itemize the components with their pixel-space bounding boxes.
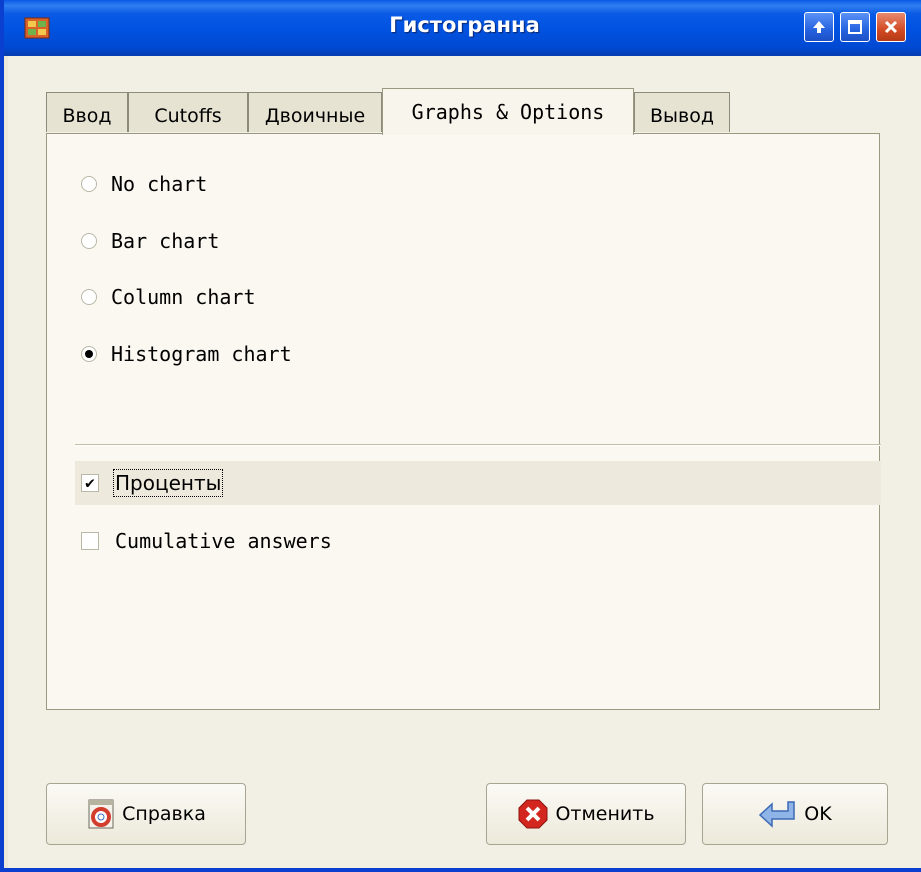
radio-column-chart[interactable]: Column chart <box>81 277 256 317</box>
tab-binary[interactable]: Двоичные <box>248 92 382 132</box>
cancel-button-label: Отменить <box>555 803 655 825</box>
ok-button[interactable]: OK <box>702 783 888 845</box>
tab-cutoffs[interactable]: Cutoffs <box>128 92 248 132</box>
title-bar[interactable]: Гистогранна <box>4 0 921 56</box>
tab-label: Ввод <box>62 104 112 127</box>
cancel-button[interactable]: Отменить <box>486 783 686 845</box>
radio-label: Column chart <box>111 285 256 309</box>
radio-indicator[interactable] <box>81 233 97 249</box>
help-icon <box>86 798 116 830</box>
tab-label: Двоичные <box>264 104 366 127</box>
close-button[interactable] <box>876 12 906 42</box>
radio-indicator[interactable] <box>81 346 97 362</box>
tab-graphs-options[interactable]: Graphs & Options <box>382 88 634 135</box>
separator <box>75 444 881 446</box>
minimize-button[interactable] <box>804 12 834 42</box>
help-button[interactable]: Справка <box>46 783 246 845</box>
tab-label: Graphs & Options <box>411 100 605 124</box>
checkbox-cumulative[interactable]: Cumulative answers <box>81 521 332 561</box>
tab-label: Вывод <box>650 104 714 127</box>
checkmark-icon: ✔ <box>85 473 95 492</box>
arrow-up-icon <box>813 21 825 33</box>
window-title: Гистогранна <box>389 13 540 37</box>
dialog-window: Гистогранна Ввод Cutoffs Двоичные Graphs… <box>0 0 921 872</box>
radio-no-chart[interactable]: No chart <box>81 164 207 204</box>
radio-indicator[interactable] <box>81 289 97 305</box>
dialog-body: Ввод Cutoffs Двоичные Graphs & Options В… <box>8 56 921 868</box>
radio-bar-chart[interactable]: Bar chart <box>81 221 219 261</box>
close-icon <box>884 20 898 34</box>
checkbox-label: Cumulative answers <box>115 529 332 553</box>
tab-output[interactable]: Вывод <box>634 92 730 132</box>
cancel-icon <box>517 798 549 830</box>
checkbox-indicator[interactable]: ✔ <box>81 474 99 492</box>
checkbox-label: Проценты <box>112 469 224 497</box>
checkbox-indicator[interactable] <box>81 532 99 550</box>
ok-button-label: OK <box>804 803 832 825</box>
tab-input[interactable]: Ввод <box>46 92 128 132</box>
enter-arrow-icon <box>758 799 798 829</box>
checkbox-percentages[interactable]: ✔ Проценты <box>75 461 881 505</box>
help-button-label: Справка <box>122 803 206 825</box>
radio-indicator[interactable] <box>81 176 97 192</box>
radio-label: Histogram chart <box>111 342 292 366</box>
radio-label: Bar chart <box>111 229 220 253</box>
maximize-icon <box>848 20 862 34</box>
radio-histogram-chart[interactable]: Histogram chart <box>81 334 292 374</box>
tab-label: Cutoffs <box>154 104 222 127</box>
options-panel: No chart Bar chart Column chart Histogra… <box>46 133 881 710</box>
maximize-button[interactable] <box>840 12 870 42</box>
radio-label: No chart <box>111 172 208 196</box>
